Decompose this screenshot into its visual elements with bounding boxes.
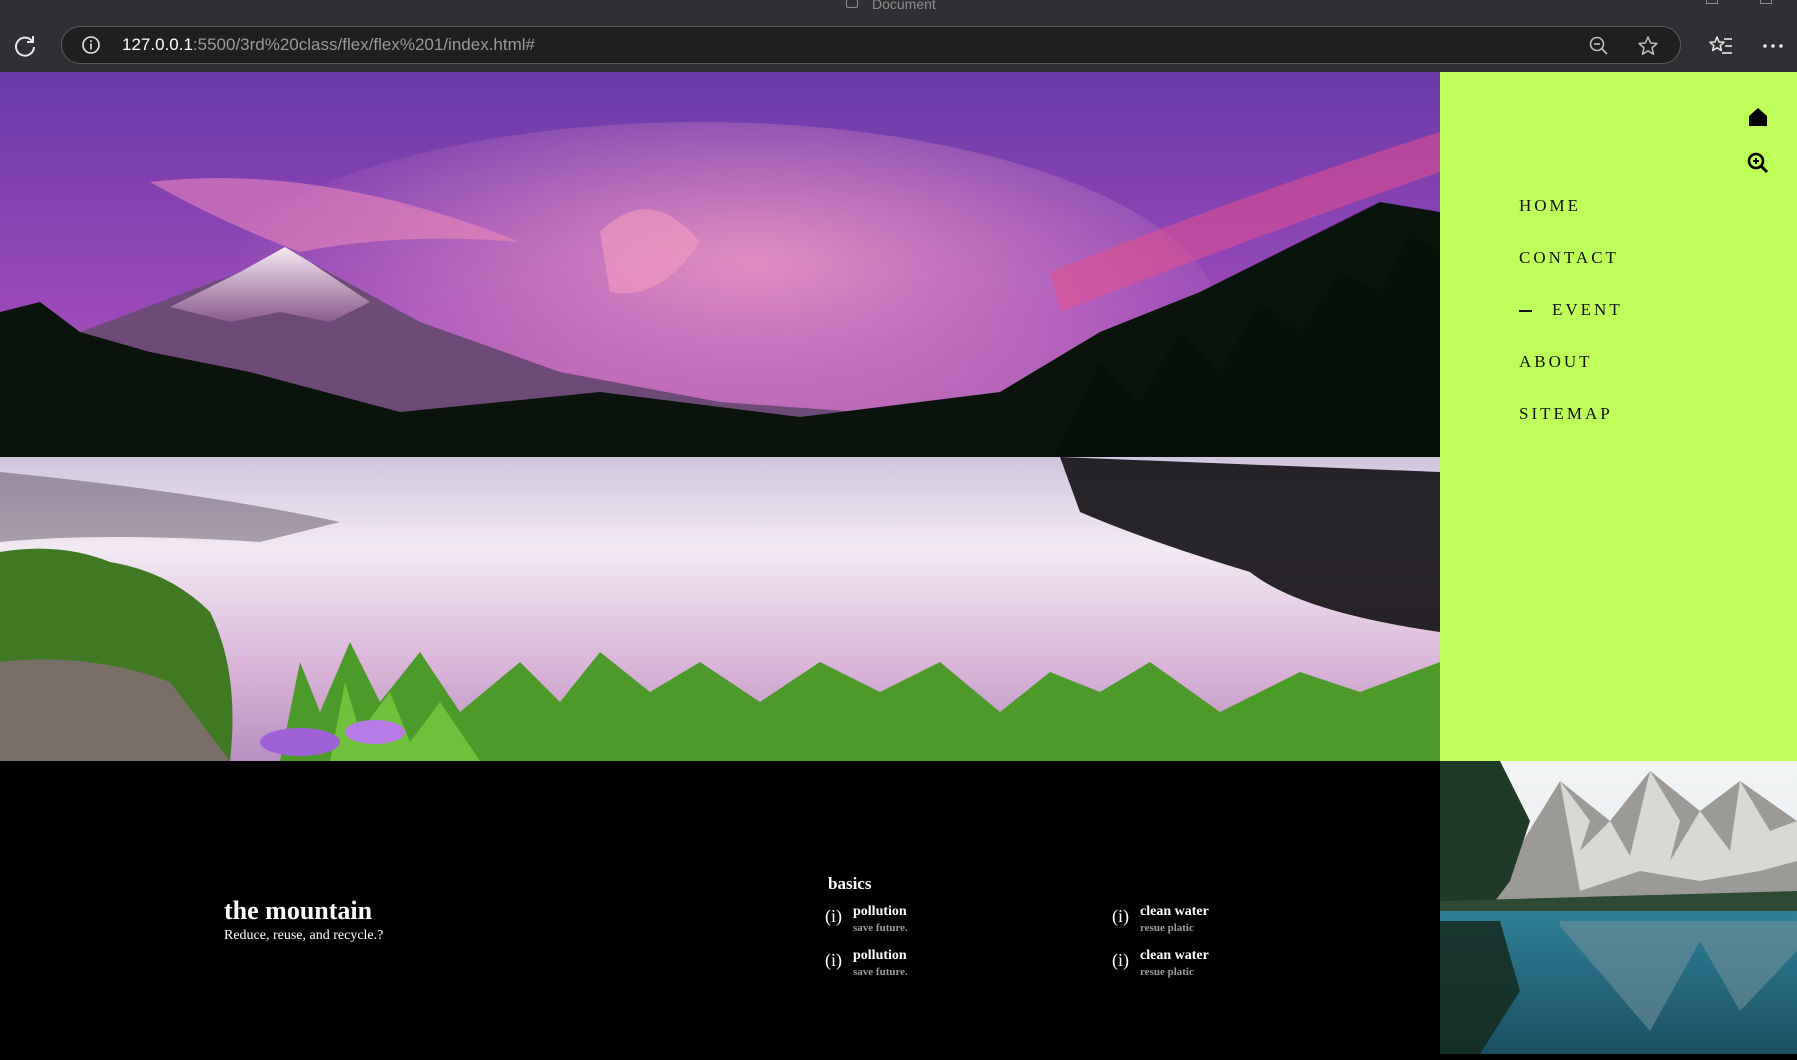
search-icon[interactable] <box>1746 151 1770 175</box>
zoom-out-icon[interactable] <box>1588 35 1610 57</box>
info-item-title: clean water <box>1140 904 1209 919</box>
mountain-lake-thumbnail <box>1440 761 1797 1054</box>
hero-lake-image <box>0 72 1440 761</box>
tab-title: Document <box>872 0 936 12</box>
basics-heading: basics <box>828 874 872 893</box>
site-info-icon[interactable] <box>81 35 101 55</box>
nav-item-label: CONTACT <box>1519 248 1619 267</box>
favorite-star-icon[interactable] <box>1636 34 1660 58</box>
browser-toolbar: 127.0.0.1:5500/3rd%20class/flex/flex%201… <box>0 14 1797 72</box>
window-titlebar: Document <box>0 0 1797 14</box>
nav-item-contact[interactable]: CONTACT <box>1519 232 1623 284</box>
url-text[interactable]: 127.0.0.1:5500/3rd%20class/flex/flex%201… <box>122 35 535 55</box>
footer-title: the mountain <box>224 896 373 925</box>
info-item-subtitle: resue platic <box>1140 922 1194 934</box>
info-item-subtitle: save future. <box>853 922 908 934</box>
info-item-subtitle: resue platic <box>1140 966 1194 978</box>
url-host: 127.0.0.1 <box>122 35 193 54</box>
tab-page-icon <box>846 0 858 8</box>
minimize-icon[interactable] <box>1706 0 1718 4</box>
favorites-icon[interactable] <box>1708 33 1734 59</box>
info-item-title: pollution <box>853 948 907 963</box>
restore-icon[interactable] <box>1760 0 1772 4</box>
more-menu-icon[interactable] <box>1760 33 1786 59</box>
info-item[interactable]: (i) pollution save future. <box>825 948 1045 988</box>
info-icon: (i) <box>825 906 842 926</box>
info-item-subtitle: save future. <box>853 966 908 978</box>
home-icon[interactable] <box>1747 106 1769 128</box>
footer-subtitle: Reduce, reuse, and recycle.? <box>224 928 384 943</box>
reload-icon[interactable] <box>12 33 38 59</box>
nav-item-sitemap[interactable]: SITEMAP <box>1519 388 1623 440</box>
info-icon: (i) <box>825 950 842 970</box>
nav-item-label: HOME <box>1519 196 1582 215</box>
info-item-title: pollution <box>853 904 907 919</box>
nav-item-home[interactable]: HOME <box>1519 180 1623 232</box>
nav-item-about[interactable]: ABOUT <box>1519 336 1623 388</box>
address-bar[interactable]: 127.0.0.1:5500/3rd%20class/flex/flex%201… <box>61 26 1681 64</box>
nav-item-event[interactable]: EVENT <box>1519 284 1623 336</box>
info-icon: (i) <box>1112 950 1129 970</box>
nav-item-label: SITEMAP <box>1519 404 1613 423</box>
main-nav: HOME CONTACT EVENT ABOUT SITEMAP <box>1519 180 1623 440</box>
info-item-title: clean water <box>1140 948 1209 963</box>
info-item[interactable]: (i) clean water resue platic <box>1112 948 1332 988</box>
url-path: :5500/3rd%20class/flex/flex%201/index.ht… <box>192 35 535 54</box>
nav-item-label: EVENT <box>1552 300 1623 319</box>
nav-item-label: ABOUT <box>1519 352 1593 371</box>
active-dash-icon <box>1519 310 1532 313</box>
side-navigation-panel: HOME CONTACT EVENT ABOUT SITEMAP <box>1440 72 1797 761</box>
info-icon: (i) <box>1112 906 1129 926</box>
info-item[interactable]: (i) clean water resue platic <box>1112 904 1332 944</box>
info-item[interactable]: (i) pollution save future. <box>825 904 1045 944</box>
